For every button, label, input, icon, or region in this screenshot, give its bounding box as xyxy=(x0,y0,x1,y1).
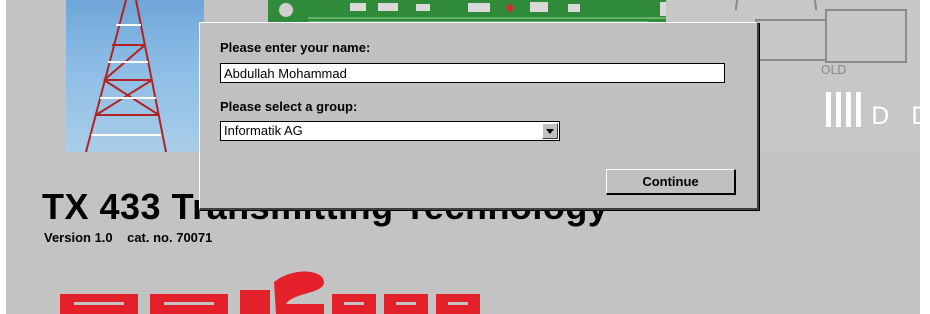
chevron-down-icon[interactable] xyxy=(542,123,558,139)
continue-button[interactable]: Continue xyxy=(606,169,736,195)
login-dialog: Please enter your name: Please select a … xyxy=(199,22,759,210)
app-content: OLD D D TX 433 Transmitting Technology V… xyxy=(6,0,920,314)
name-label: Please enter your name: xyxy=(220,40,371,55)
tower-photo xyxy=(66,0,204,152)
version-info: Version 1.0 cat. no. 70071 xyxy=(44,230,213,245)
name-input[interactable] xyxy=(220,63,725,83)
svg-text:D: D xyxy=(871,102,889,130)
brand-logo xyxy=(54,270,484,314)
svg-text:OLD: OLD xyxy=(821,63,846,77)
group-select-value: Informatik AG xyxy=(224,123,303,138)
window-frame: OLD D D TX 433 Transmitting Technology V… xyxy=(0,0,930,314)
svg-text:D: D xyxy=(911,102,920,130)
group-select[interactable]: Informatik AG xyxy=(220,121,560,141)
continue-button-label: Continue xyxy=(642,174,699,189)
group-label: Please select a group: xyxy=(220,99,358,114)
